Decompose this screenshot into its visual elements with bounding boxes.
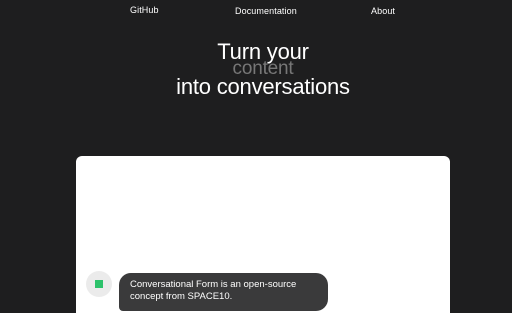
bot-avatar — [86, 271, 112, 297]
conversation-demo-card: Conversational Form is an open-source co… — [76, 156, 450, 313]
nav-link-documentation[interactable]: Documentation — [235, 6, 297, 16]
nav-link-about[interactable]: About — [371, 6, 395, 16]
hero-line-2: into conversations — [176, 74, 350, 99]
bot-square-icon — [95, 280, 103, 288]
bot-message-bubble: Conversational Form is an open-source co… — [119, 273, 328, 311]
nav-link-github[interactable]: GitHub — [130, 5, 159, 15]
hero-heading: Turn your content into conversations — [0, 41, 512, 99]
landing-page: GitHub Documentation About Turn your con… — [0, 0, 512, 313]
